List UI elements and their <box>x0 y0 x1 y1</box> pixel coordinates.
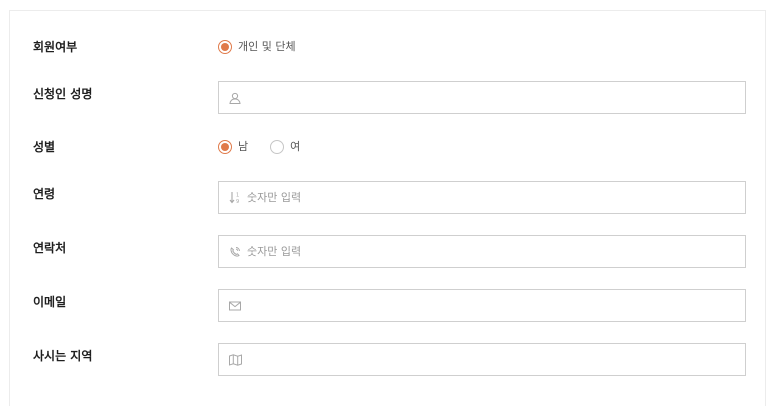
gender-option-female-label: 여 <box>290 140 301 153</box>
application-form-panel: 회원여부 개인 및 단체 신청인 성명 성별 남 여 연령 1 9 숫자만 입력… <box>9 10 766 406</box>
gender-radio-group: 남 여 <box>218 139 322 155</box>
region-input[interactable] <box>247 353 727 366</box>
phone-label: 연락처 <box>33 241 67 255</box>
membership-option-label: 개인 및 단체 <box>238 40 296 53</box>
svg-text:9: 9 <box>236 199 239 204</box>
radio-unchecked-icon[interactable] <box>270 140 285 154</box>
applicant-name-field[interactable] <box>218 81 746 114</box>
user-icon <box>227 90 243 106</box>
membership-label: 회원여부 <box>33 40 78 54</box>
age-input[interactable] <box>247 191 727 204</box>
age-field[interactable]: 1 9 <box>218 181 746 214</box>
gender-option-male[interactable]: 남 <box>218 140 248 154</box>
phone-icon <box>227 244 243 260</box>
age-label: 연령 <box>33 187 56 201</box>
svg-text:1: 1 <box>236 193 239 199</box>
membership-option-individual-group[interactable]: 개인 및 단체 <box>218 40 296 54</box>
email-label: 이메일 <box>33 295 67 309</box>
sort-numeric-icon: 1 9 <box>227 190 243 206</box>
region-label: 사시는 지역 <box>33 349 93 363</box>
gender-option-female[interactable]: 여 <box>270 140 300 154</box>
gender-option-male-label: 남 <box>238 140 249 153</box>
applicant-name-label: 신청인 성명 <box>33 87 93 101</box>
radio-checked-icon[interactable] <box>218 40 232 54</box>
envelope-icon <box>227 298 243 314</box>
radio-checked-icon[interactable] <box>218 140 232 154</box>
gender-label: 성별 <box>33 140 56 154</box>
email-field[interactable] <box>218 289 746 322</box>
map-icon <box>227 352 243 368</box>
phone-input[interactable] <box>247 245 727 258</box>
email-input[interactable] <box>247 299 727 312</box>
region-field[interactable] <box>218 343 746 376</box>
membership-radio-group: 개인 및 단체 <box>218 39 318 55</box>
applicant-name-input[interactable] <box>247 91 727 104</box>
phone-field[interactable] <box>218 235 746 268</box>
